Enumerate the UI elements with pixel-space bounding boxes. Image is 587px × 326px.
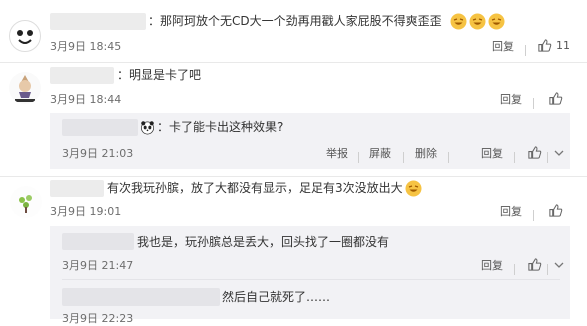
avatar[interactable] xyxy=(9,72,41,104)
separator xyxy=(358,147,359,166)
avatar-face-icon xyxy=(11,22,39,50)
username-redacted[interactable] xyxy=(62,119,138,136)
separator xyxy=(533,205,534,224)
comment-date: 3月9日 18:44 xyxy=(50,93,122,106)
comment-date: 3月9日 18:45 xyxy=(50,40,122,53)
like-button[interactable] xyxy=(527,145,542,160)
more-icon[interactable] xyxy=(553,147,565,159)
separator xyxy=(514,259,515,278)
emoji-group xyxy=(450,13,505,30)
delete-button[interactable]: 删除 xyxy=(415,147,437,161)
reply-button[interactable]: 回复 xyxy=(481,259,503,273)
reply-button[interactable]: 回复 xyxy=(481,147,503,161)
thumbs-up-icon xyxy=(527,145,542,160)
reply-date: 3月9日 21:03 xyxy=(62,147,134,160)
username-redacted[interactable] xyxy=(50,13,146,30)
thumbs-up-icon xyxy=(548,91,563,106)
comment-date: 3月9日 19:01 xyxy=(50,205,122,218)
separator xyxy=(448,147,449,166)
like-button[interactable] xyxy=(548,91,563,106)
separator xyxy=(514,147,515,166)
comment-text: ：明显是卡了吧 xyxy=(117,68,202,82)
laugh-emoji-icon xyxy=(450,13,467,30)
like-count: 11 xyxy=(556,39,570,52)
like-button[interactable] xyxy=(548,203,563,218)
reply-button[interactable]: 回复 xyxy=(500,93,522,107)
thumbs-up-icon xyxy=(537,38,552,53)
divider xyxy=(0,62,587,63)
reply-button[interactable]: 回复 xyxy=(492,40,514,54)
comment-text: 有次我玩孙膑，放了大都没有显示，足足有3次没放出大 xyxy=(107,181,403,195)
reply-text: 我也是，玩孙膑总是丢大，回头找了一圈都没有 xyxy=(137,235,390,249)
like-button[interactable] xyxy=(527,257,542,272)
avatar-plant-icon xyxy=(10,186,42,218)
like-button[interactable]: 11 xyxy=(537,38,570,53)
separator xyxy=(533,93,534,112)
avatar[interactable] xyxy=(9,20,41,52)
username-redacted[interactable] xyxy=(62,233,134,250)
thumbs-up-icon xyxy=(548,203,563,218)
thumbs-up-icon xyxy=(527,257,542,272)
avatar[interactable] xyxy=(10,186,42,218)
comment-text: ：那阿珂放个无CD大一个劲再用戳人家屁股不得爽歪歪 xyxy=(148,14,442,28)
reply-button[interactable]: 回复 xyxy=(500,205,522,219)
more-icon[interactable] xyxy=(553,259,565,271)
username-redacted[interactable] xyxy=(50,67,114,84)
panda-emoji-icon xyxy=(140,120,155,135)
report-button[interactable]: 举报 xyxy=(326,147,348,161)
separator xyxy=(547,259,548,278)
separator xyxy=(525,40,526,59)
reply-text: ：卡了能卡出这种效果? xyxy=(157,120,284,134)
separator xyxy=(403,147,404,166)
divider xyxy=(62,279,560,280)
laugh-emoji-icon xyxy=(488,13,505,30)
reply-date: 3月9日 22:23 xyxy=(62,312,134,325)
divider xyxy=(0,176,587,177)
separator xyxy=(547,147,548,166)
username-redacted[interactable] xyxy=(62,288,220,306)
reply-text: 然后自己就死了…… xyxy=(222,290,331,304)
username-redacted[interactable] xyxy=(50,180,104,197)
reply-date: 3月9日 21:47 xyxy=(62,259,134,272)
laugh-emoji-icon xyxy=(469,13,486,30)
laugh-emoji-icon xyxy=(405,180,422,197)
block-button[interactable]: 屏蔽 xyxy=(369,147,391,161)
avatar-character-icon xyxy=(9,72,41,104)
